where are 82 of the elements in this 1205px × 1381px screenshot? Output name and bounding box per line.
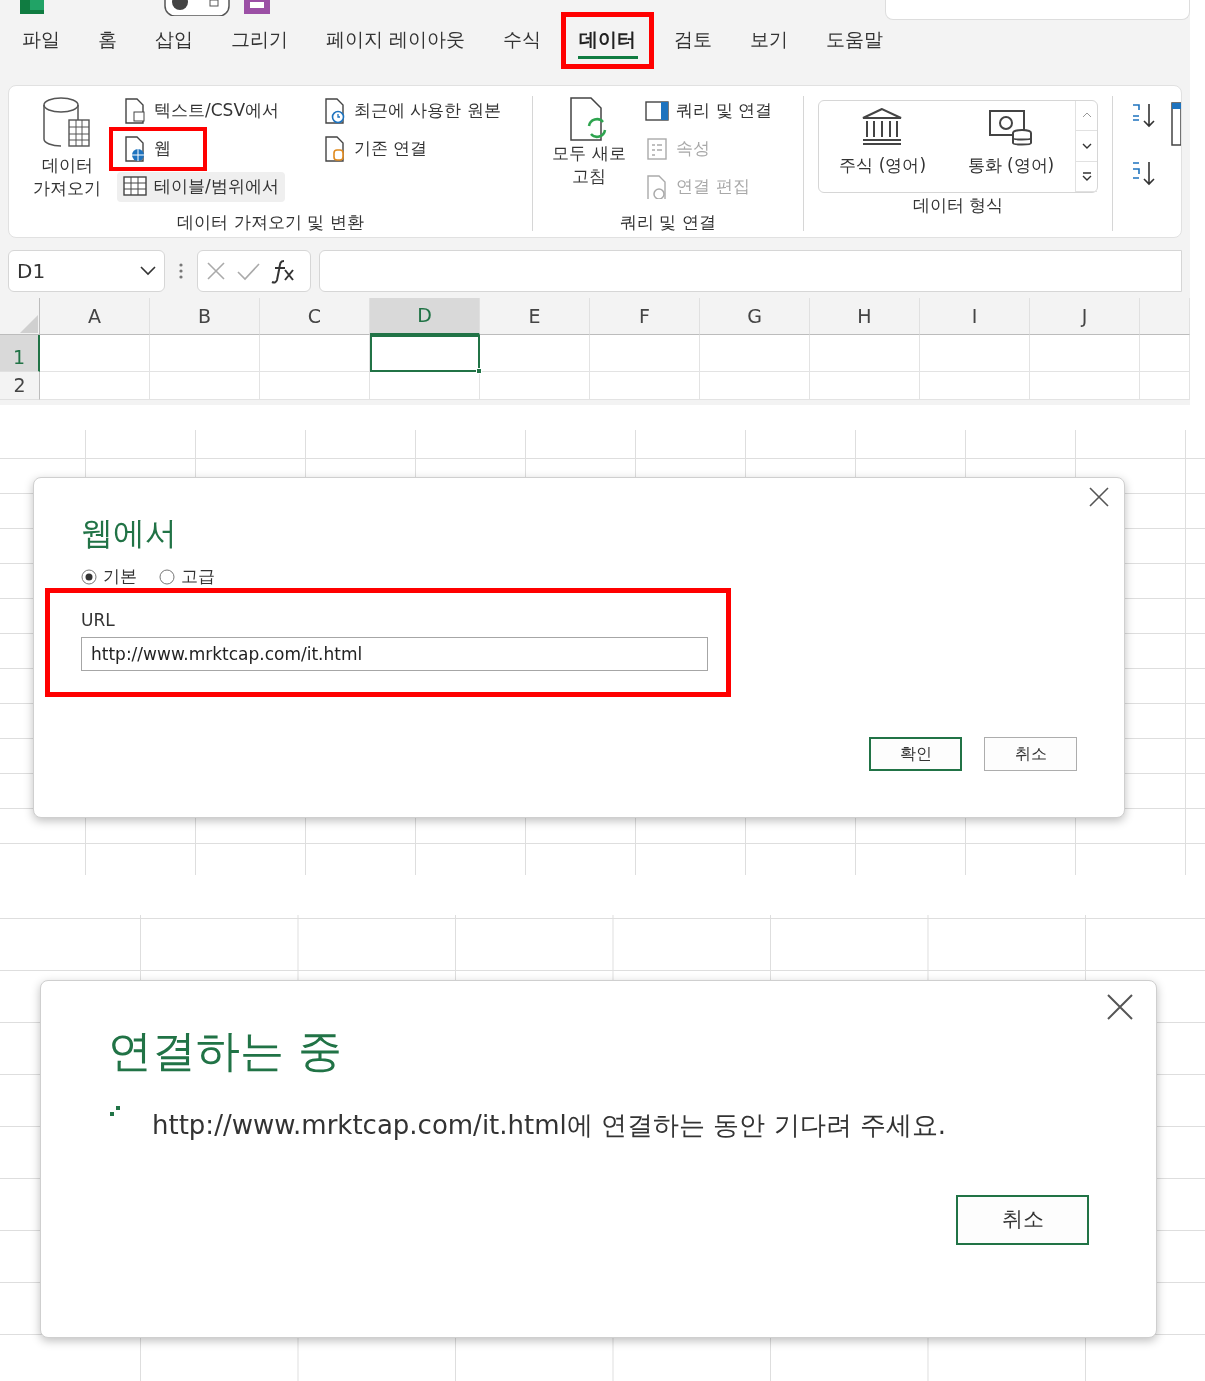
ribbon-tab[interactable]: 보기	[748, 22, 791, 59]
clock-file-icon	[323, 98, 347, 124]
row-header[interactable]: 1	[0, 335, 40, 372]
grid-cell[interactable]	[700, 335, 810, 372]
close-icon	[1088, 485, 1110, 508]
ribbon-tab[interactable]: 홈	[96, 22, 119, 59]
cancel-button[interactable]: 취소	[956, 1194, 1089, 1245]
list-icon	[645, 137, 670, 161]
grid-cell[interactable]	[480, 335, 590, 372]
function-icon[interactable]	[270, 258, 296, 284]
database-file-icon	[323, 136, 347, 162]
check-icon[interactable]	[236, 261, 260, 281]
grid-cell[interactable]	[700, 372, 810, 400]
group-label: 데이터 형식	[911, 194, 1005, 217]
group-label: 데이터 가져오기 및 변환	[176, 211, 365, 234]
close-button[interactable]	[1106, 993, 1134, 1021]
group-label: 쿼리 및 연결	[619, 211, 717, 234]
close-icon	[1106, 993, 1134, 1021]
ribbon-tab[interactable]: 삽입	[153, 22, 195, 59]
close-button[interactable]	[1088, 484, 1110, 508]
ribbon-button[interactable]: 텍스트/CSV에서	[117, 96, 286, 126]
app-icon[interactable]	[20, 0, 44, 14]
ribbon-button[interactable]: 테이블/범위에서	[117, 172, 285, 202]
ribbon-button[interactable]: 웹	[117, 134, 177, 164]
grid-cell[interactable]	[590, 372, 700, 400]
radio-option[interactable]: 고급	[159, 564, 215, 590]
grid-cell[interactable]	[810, 372, 920, 400]
grid-cell[interactable]	[260, 335, 370, 372]
money-coins-icon	[987, 107, 1034, 147]
more-options-icon[interactable]	[179, 263, 183, 279]
grid-cell[interactable]	[1030, 372, 1140, 400]
grid-cell[interactable]	[1140, 372, 1190, 400]
grid-cell[interactable]	[590, 335, 700, 372]
grid-cell[interactable]	[40, 372, 150, 400]
dialog-title: 웹에서	[81, 514, 178, 553]
data-type-button[interactable]: 주식 (영어)	[825, 101, 941, 192]
name-box[interactable]: D1	[8, 250, 165, 292]
ribbon-button[interactable]: 쿼리 및 연결	[639, 96, 778, 126]
grid-cell[interactable]	[260, 372, 370, 400]
grid-cell[interactable]	[150, 372, 260, 400]
triangle-icon[interactable]	[20, 315, 38, 333]
status-message: http://www.mrktcap.com/it.html에 연결하는 동안 기다려 주세요.	[152, 1108, 947, 1142]
toggle-icon[interactable]	[164, 0, 230, 16]
ribbon-button[interactable]: 최근에 사용한 원본	[317, 96, 507, 126]
grid-cell[interactable]	[480, 372, 590, 400]
panel-icon	[645, 99, 670, 123]
ribbon-tab[interactable]: 검토	[672, 22, 715, 59]
grid-cell[interactable]	[920, 372, 1030, 400]
field-label: URL	[81, 608, 116, 632]
ribbon-tab[interactable]: 수식	[501, 22, 544, 59]
ribbon-tab[interactable]: 도움말	[824, 22, 886, 59]
formula-input[interactable]	[319, 250, 1182, 292]
ok-button[interactable]: 확인	[869, 737, 962, 772]
sort-ascending-icon[interactable]	[1131, 102, 1157, 130]
get-data-button[interactable]: 데이터 가져오기	[23, 96, 111, 210]
cancel-icon[interactable]	[206, 261, 226, 281]
sort-dialog-icon[interactable]	[1171, 102, 1181, 146]
grid-cell[interactable]	[370, 372, 480, 400]
dropdown-icon	[140, 266, 156, 276]
selected-cell[interactable]	[370, 335, 480, 372]
refresh-all-button[interactable]: 모두 새로 고침	[541, 96, 638, 210]
data-type-button[interactable]: 통화 (영어)	[953, 101, 1069, 192]
url-field[interactable]: http://www.mrktcap.com/it.html	[81, 637, 708, 672]
column-header[interactable]: D	[370, 298, 480, 335]
save-icon[interactable]	[244, 0, 270, 14]
grid-cell[interactable]	[40, 335, 150, 372]
radio-option[interactable]: 기본	[81, 564, 137, 590]
ribbon-tab[interactable]: 파일	[20, 22, 62, 59]
sort-descending-icon[interactable]	[1131, 160, 1157, 188]
search-field[interactable]	[885, 0, 1190, 20]
web-file-icon	[123, 136, 147, 162]
file-icon	[123, 98, 147, 124]
grid-cell[interactable]	[810, 335, 920, 372]
ribbon-tab[interactable]: 그리기	[229, 22, 290, 59]
grid-cell[interactable]	[1140, 335, 1190, 372]
grid-cell[interactable]	[920, 335, 1030, 372]
ribbon-button[interactable]: 기존 연결	[317, 134, 434, 164]
cancel-button[interactable]: 취소	[984, 737, 1077, 772]
grid-cell[interactable]	[150, 335, 260, 372]
dialog-title: 연결하는 중	[108, 1025, 343, 1078]
ribbon-tab[interactable]: 페이지 레이아웃	[324, 22, 468, 59]
grid-cell[interactable]	[1030, 335, 1140, 372]
